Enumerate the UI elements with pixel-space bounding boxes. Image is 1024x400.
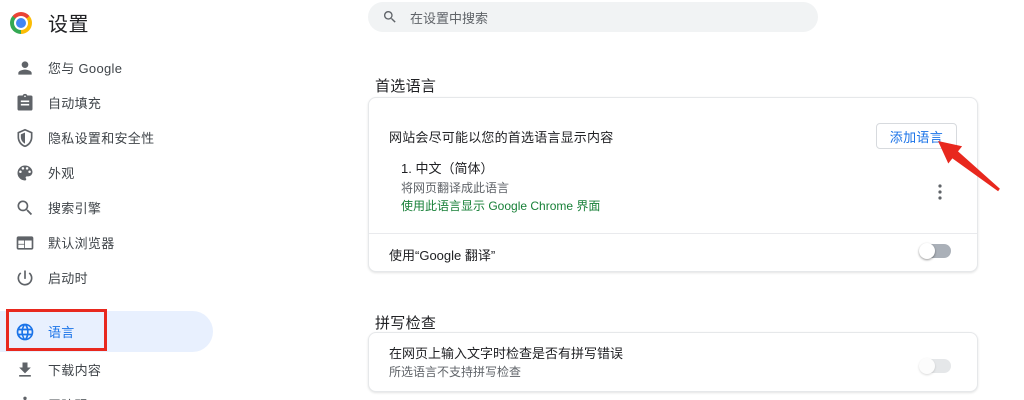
spellcheck-row-title: 在网页上输入文字时检查是否有拼写错误 bbox=[389, 345, 623, 363]
search-icon bbox=[382, 9, 398, 25]
sidebar-item-label: 自动填充 bbox=[48, 93, 101, 112]
sidebar-item-downloads[interactable]: 下载内容 bbox=[0, 352, 213, 387]
person-icon bbox=[15, 58, 35, 78]
sidebar-item-on-startup[interactable]: 启动时 bbox=[0, 260, 213, 295]
sidebar-item-label: 搜索引擎 bbox=[48, 198, 101, 217]
download-icon bbox=[15, 360, 35, 380]
toggle-knob bbox=[919, 358, 935, 374]
language-name: 1. 中文（简体） bbox=[401, 160, 600, 179]
section-heading-spellcheck: 拼写检查 bbox=[375, 312, 436, 333]
browser-icon bbox=[15, 233, 35, 253]
language-display-link[interactable]: 使用此语言显示 Google Chrome 界面 bbox=[401, 197, 600, 216]
sidebar-item-label: 语言 bbox=[48, 322, 75, 341]
section-heading-preferred-languages: 首选语言 bbox=[375, 75, 436, 96]
sidebar-item-default-browser[interactable]: 默认浏览器 bbox=[0, 225, 213, 260]
chrome-settings-page: 设置 您与 Google 自动填充 隐私设置和安全性 外观 bbox=[0, 0, 1024, 400]
app-header: 设置 bbox=[10, 8, 89, 37]
settings-content: 首选语言 网站会尽可能以您的首选语言显示内容 添加语言 1. 中文（简体） 将网… bbox=[368, 0, 978, 400]
spellcheck-row-subtitle: 所选语言不支持拼写检查 bbox=[389, 363, 521, 381]
spellcheck-toggle bbox=[921, 359, 951, 373]
languages-description: 网站会尽可能以您的首选语言显示内容 bbox=[389, 127, 613, 146]
sidebar-item-appearance[interactable]: 外观 bbox=[0, 155, 213, 190]
settings-search-bar[interactable] bbox=[368, 2, 818, 32]
search-input[interactable] bbox=[408, 2, 802, 34]
sidebar-item-autofill[interactable]: 自动填充 bbox=[0, 85, 213, 120]
preferred-languages-card: 网站会尽可能以您的首选语言显示内容 添加语言 1. 中文（简体） 将网页翻译成此… bbox=[368, 97, 978, 272]
sidebar-item-search-engine[interactable]: 搜索引擎 bbox=[0, 190, 213, 225]
spellcheck-card: 在网页上输入文字时检查是否有拼写错误 所选语言不支持拼写检查 bbox=[368, 332, 978, 392]
sidebar-spacer bbox=[0, 295, 213, 311]
card-divider bbox=[369, 233, 977, 234]
shield-icon bbox=[15, 128, 35, 148]
settings-sidebar: 您与 Google 自动填充 隐私设置和安全性 外观 搜索引擎 bbox=[0, 50, 213, 400]
autofill-icon bbox=[15, 93, 35, 113]
sidebar-item-label: 隐私设置和安全性 bbox=[48, 128, 154, 147]
add-language-button[interactable]: 添加语言 bbox=[876, 123, 957, 149]
sidebar-item-label: 默认浏览器 bbox=[48, 233, 115, 252]
power-icon bbox=[15, 268, 35, 288]
google-translate-toggle[interactable] bbox=[921, 244, 951, 258]
toggle-knob bbox=[919, 243, 935, 259]
sidebar-item-accessibility[interactable]: 无障碍 bbox=[0, 387, 213, 400]
kebab-menu-icon bbox=[932, 188, 948, 203]
language-translate-hint: 将网页翻译成此语言 bbox=[401, 179, 600, 198]
language-list-item: 1. 中文（简体） 将网页翻译成此语言 使用此语言显示 Google Chrom… bbox=[401, 160, 600, 216]
sidebar-item-label: 启动时 bbox=[48, 268, 88, 287]
sidebar-item-you-and-google[interactable]: 您与 Google bbox=[0, 50, 213, 85]
google-translate-label: 使用“Google 翻译” bbox=[389, 245, 495, 264]
palette-icon bbox=[15, 163, 35, 183]
page-title: 设置 bbox=[48, 8, 89, 37]
globe-icon bbox=[15, 322, 35, 342]
search-icon bbox=[15, 198, 35, 218]
sidebar-item-label: 下载内容 bbox=[48, 360, 101, 379]
language-more-actions-button[interactable] bbox=[932, 184, 948, 200]
sidebar-item-label: 您与 Google bbox=[48, 58, 122, 77]
chrome-logo-icon bbox=[10, 12, 32, 34]
accessibility-icon bbox=[15, 395, 35, 400]
sidebar-item-languages[interactable]: 语言 bbox=[0, 311, 213, 352]
sidebar-item-privacy-security[interactable]: 隐私设置和安全性 bbox=[0, 120, 213, 155]
sidebar-item-label: 无障碍 bbox=[48, 395, 88, 400]
sidebar-item-label: 外观 bbox=[48, 163, 75, 182]
